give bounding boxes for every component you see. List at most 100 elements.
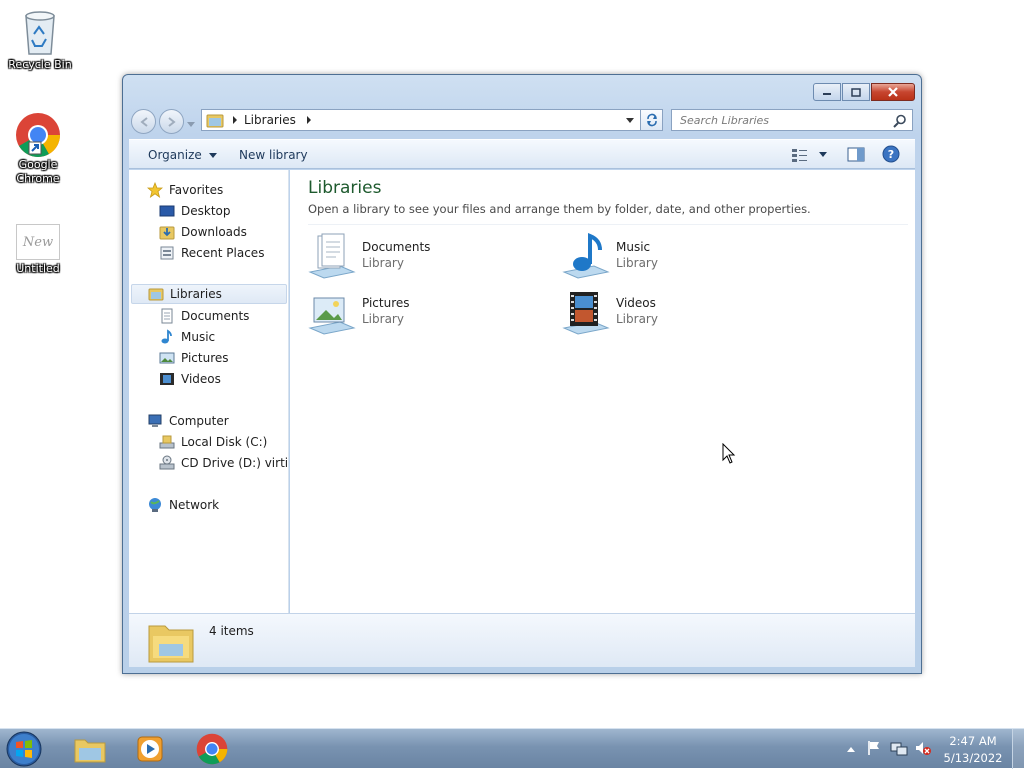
pictures-library-icon	[308, 297, 356, 335]
library-tile-music[interactable]: Music Library	[562, 232, 792, 282]
show-desktop-button[interactable]	[1012, 729, 1024, 769]
preview-pane-button[interactable]	[847, 146, 865, 165]
nav-item-documents[interactable]: Documents	[159, 306, 249, 326]
minimize-button[interactable]	[813, 83, 841, 101]
library-name: Music	[616, 240, 651, 254]
maximize-icon	[851, 87, 861, 97]
nav-item-label: Downloads	[181, 225, 247, 239]
new-library-label: New library	[239, 148, 308, 162]
clock-date[interactable]: 5/13/2022	[943, 751, 1003, 765]
refresh-button[interactable]	[641, 109, 663, 131]
mouse-cursor-icon	[722, 443, 736, 464]
library-name: Videos	[616, 296, 656, 310]
network-tray-icon[interactable]	[890, 740, 908, 756]
back-button[interactable]	[131, 109, 156, 134]
clock-time[interactable]: 2:47 AM	[943, 734, 1003, 748]
taskbar-chrome-button[interactable]	[184, 731, 240, 767]
nav-network[interactable]: Network	[147, 495, 219, 515]
media-player-icon	[137, 736, 163, 762]
forward-button[interactable]	[159, 109, 184, 134]
nav-computer-label: Computer	[169, 414, 229, 428]
library-type: Library	[362, 256, 404, 270]
action-center-flag-icon[interactable]	[866, 740, 882, 756]
taskbar: 2:47 AM 5/13/2022	[0, 728, 1024, 771]
help-button[interactable]: ?	[882, 145, 900, 166]
library-name: Pictures	[362, 296, 410, 310]
maximize-button[interactable]	[842, 83, 870, 101]
library-tile-pictures[interactable]: Pictures Library	[308, 288, 538, 338]
desktop-icon-untitled[interactable]: New Untitled	[0, 224, 76, 276]
nav-item-desktop[interactable]: Desktop	[159, 201, 231, 221]
change-view-button[interactable]	[791, 147, 828, 163]
desktop-icon	[159, 205, 175, 217]
page-title: Libraries	[308, 178, 382, 198]
nav-favorites-label: Favorites	[169, 183, 224, 197]
taskbar-explorer-button[interactable]	[62, 731, 118, 767]
nav-libraries-label: Libraries	[170, 287, 222, 301]
explorer-window: Libraries Organize New library	[122, 74, 922, 674]
recent-pages-dropdown[interactable]	[187, 117, 195, 131]
divider	[308, 224, 908, 225]
nav-favorites[interactable]: Favorites	[147, 180, 223, 200]
address-dropdown-icon[interactable]	[625, 117, 635, 125]
untitled-thumb-text: New	[22, 234, 54, 250]
hard-drive-icon	[159, 435, 175, 449]
computer-icon	[148, 414, 162, 427]
nav-item-downloads[interactable]: Downloads	[159, 222, 247, 242]
address-bar[interactable]: Libraries	[201, 109, 641, 131]
organize-button[interactable]: Organize	[148, 148, 218, 162]
desktop-icon-recycle-bin[interactable]: Recycle Bin	[2, 6, 78, 72]
search-icon[interactable]	[893, 114, 907, 128]
nav-libraries[interactable]: Libraries	[131, 284, 287, 304]
command-bar: Organize New library ?	[129, 139, 915, 169]
pictures-icon	[159, 352, 175, 364]
forward-arrow-icon	[167, 116, 176, 127]
start-button[interactable]	[4, 730, 44, 771]
library-tile-documents[interactable]: Documents Library	[308, 232, 538, 282]
nav-item-videos[interactable]: Videos	[159, 369, 221, 389]
volume-muted-icon[interactable]	[914, 740, 932, 756]
show-hidden-icons-icon[interactable]	[846, 745, 856, 753]
close-button[interactable]	[871, 83, 915, 101]
music-note-icon	[161, 329, 172, 344]
cd-drive-icon	[159, 455, 175, 470]
nav-item-label: Music	[181, 330, 216, 344]
search-box[interactable]	[671, 109, 913, 131]
nav-item-cd-drive[interactable]: CD Drive (D:) virtio-w	[159, 453, 288, 473]
breadcrumb-libraries[interactable]: Libraries	[244, 113, 296, 127]
library-type: Library	[616, 312, 658, 326]
documents-library-icon	[308, 233, 356, 279]
close-icon	[888, 87, 898, 97]
chevron-down-icon	[187, 122, 195, 127]
libraries-icon	[148, 288, 164, 301]
nav-item-label: Documents	[181, 309, 250, 323]
nav-item-pictures[interactable]: Pictures	[159, 348, 229, 368]
search-input[interactable]	[672, 110, 882, 130]
svg-text:?: ?	[888, 148, 894, 161]
breadcrumb-separator-icon	[306, 116, 311, 124]
documents-icon	[161, 308, 173, 324]
taskbar-media-player-button[interactable]	[122, 731, 178, 767]
explorer-folder-icon	[74, 739, 106, 763]
music-library-icon	[562, 233, 610, 279]
nav-item-recent-places[interactable]: Recent Places	[159, 243, 264, 263]
view-options-icon	[792, 149, 807, 162]
page-description: Open a library to see your files and arr…	[308, 202, 811, 216]
windows-start-orb-icon	[6, 731, 42, 767]
library-type: Library	[616, 256, 658, 270]
nav-item-music[interactable]: Music	[159, 327, 215, 347]
nav-item-label: Local Disk (C:)	[181, 435, 268, 449]
desktop-icon-google-chrome[interactable]: Google Chrome	[0, 112, 76, 186]
star-icon	[147, 182, 163, 198]
nav-item-local-disk[interactable]: Local Disk (C:)	[159, 432, 267, 452]
library-tile-videos[interactable]: Videos Library	[562, 288, 792, 338]
back-arrow-icon	[139, 116, 148, 127]
nav-computer[interactable]: Computer	[147, 411, 229, 431]
details-pane: 4 items	[129, 613, 915, 667]
breadcrumb-separator-icon	[233, 116, 237, 124]
new-library-button[interactable]: New library	[239, 148, 308, 162]
film-icon	[160, 373, 174, 385]
network-icon	[149, 498, 161, 512]
nav-item-label: Recent Places	[181, 246, 265, 260]
recycle-bin-icon	[25, 11, 55, 55]
